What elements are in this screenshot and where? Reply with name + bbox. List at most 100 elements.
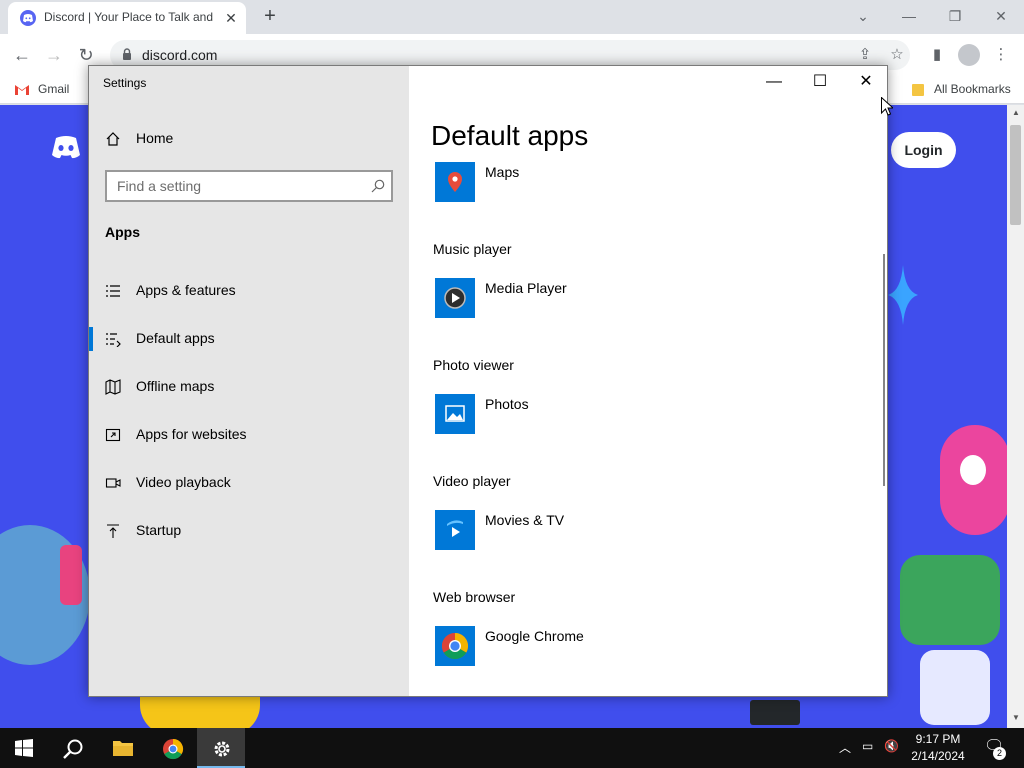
windows-icon [15,739,33,757]
taskbar-settings[interactable] [197,728,245,768]
notification-count-badge: 2 [993,747,1006,760]
taskbar-file-explorer[interactable] [98,728,146,768]
content-scrollbar[interactable] [883,254,885,486]
tab-title: Discord | Your Place to Talk and Hang Ou… [44,10,214,24]
illustration-balloon [60,545,82,605]
browser-close-button[interactable]: ✕ [988,4,1014,28]
profile-avatar-icon[interactable] [958,44,980,66]
sparkle-icon [888,265,918,325]
clock-date: 2/14/2024 [911,749,965,763]
scroll-up-icon[interactable]: ▲ [1011,108,1021,118]
window-title: Settings [103,76,147,90]
side-panel-icon[interactable]: ▮ [926,44,948,66]
video-icon [105,478,121,488]
gmail-icon [15,85,29,95]
login-button[interactable]: Login [891,132,956,168]
bookmark-gmail[interactable]: Gmail [38,82,69,96]
bookmark-all[interactable]: All Bookmarks [934,82,1011,96]
reload-icon[interactable]: ↻ [74,43,98,67]
default-apps-icon [106,333,121,347]
active-indicator [89,327,93,351]
sidebar-item-apps-websites[interactable]: Apps for websites [89,415,409,455]
default-app-maps[interactable]: Maps [433,162,733,204]
sidebar-item-label: Offline maps [136,378,215,394]
back-arrow-icon[interactable]: ← [10,43,34,67]
browser-tab-discord[interactable]: Discord | Your Place to Talk and Hang Ou… [8,2,246,34]
sidebar-item-offline-maps[interactable]: Offline maps [89,367,409,407]
map-icon [105,379,121,395]
settings-window: Settings Home Find a setting Apps Apps &… [88,65,888,697]
close-button[interactable]: ✕ [843,66,887,98]
app-name: Maps [485,164,520,180]
app-name: Google Chrome [485,628,584,644]
taskbar-search-button[interactable] [48,728,96,768]
scroll-down-icon[interactable]: ▼ [1011,713,1021,723]
sidebar-item-video-playback[interactable]: Video playback [89,463,409,503]
share-icon[interactable]: ⇪ [854,44,876,66]
new-tab-button[interactable]: + [258,5,282,29]
startup-icon [107,524,119,538]
search-icon [63,739,83,759]
sidebar-item-label: Apps for websites [136,426,247,442]
chrome-icon [163,738,184,760]
url-text[interactable]: discord.com [142,47,217,63]
start-button[interactable] [0,728,48,768]
browser-restore-button[interactable]: ❐ [942,4,968,28]
list-icon [106,285,120,297]
settings-content: — ☐ ✕ Default apps Maps Music player Med… [409,66,887,696]
category-label: Web browser [433,589,516,605]
illustration-controller [920,650,990,725]
scroll-thumb[interactable] [1010,125,1021,225]
default-app-music[interactable]: Media Player [433,278,733,320]
forward-arrow-icon[interactable]: → [42,43,66,67]
sidebar-item-startup[interactable]: Startup [89,511,409,551]
folder-icon [113,741,133,756]
home-icon [106,132,120,146]
folder-icon [912,84,924,96]
tray-chevron-icon[interactable]: ︿ [839,739,851,756]
sidebar-item-label: Startup [136,522,182,538]
browser-tabstrip: Discord | Your Place to Talk and Hang Ou… [0,0,1024,34]
settings-search-input[interactable]: Find a setting [105,170,393,202]
minimize-button[interactable]: — [751,66,797,98]
category-label: Photo viewer [433,357,514,373]
sidebar-item-apps-features[interactable]: Apps & features [89,271,409,311]
volume-muted-icon[interactable]: 🔇 [884,739,899,753]
discord-favicon-icon [20,10,36,26]
browser-minimize-button[interactable]: — [896,4,922,28]
tab-close-icon[interactable]: ✕ [222,9,240,27]
bookmark-star-icon[interactable]: ☆ [886,44,908,66]
tab-search-chevron-icon[interactable]: ⌄ [850,4,876,28]
default-app-photos[interactable]: Photos [433,394,733,436]
sidebar-item-label: Default apps [136,330,215,346]
gear-icon [214,741,230,757]
taskbar-clock[interactable]: 9:17 PM 2/14/2024 [904,731,972,765]
default-app-browser[interactable]: Google Chrome [433,626,733,668]
discord-logo-icon[interactable] [50,135,82,159]
taskbar-chrome[interactable] [148,728,196,768]
page-scrollbar[interactable]: ▲ ▼ [1007,105,1024,728]
sidebar-item-label: Video playback [136,474,231,490]
maximize-button[interactable]: ☐ [797,66,843,98]
page-title: Default apps [431,120,589,151]
chrome-icon [435,626,475,666]
app-name: Photos [485,396,529,412]
section-heading: Apps [105,224,140,240]
network-icon[interactable]: ▭ [862,739,873,753]
sidebar-item-default-apps[interactable]: Default apps [89,319,409,359]
illustration-screen [750,700,800,725]
settings-sidebar: Settings Home Find a setting Apps Apps &… [89,66,409,696]
search-placeholder: Find a setting [117,178,202,194]
lock-icon [123,48,131,60]
home-label: Home [136,130,174,146]
sidebar-item-home[interactable]: Home [89,119,409,159]
clock-time: 9:17 PM [915,732,961,746]
default-app-video[interactable]: Movies & TV [433,510,733,552]
illustration-eye [960,455,986,485]
media-player-icon [435,278,475,318]
category-label: Music player [433,241,512,257]
search-icon[interactable] [371,179,385,193]
web-app-icon [105,428,121,442]
menu-kebab-icon[interactable]: ⋮ [990,44,1012,66]
photos-icon [435,394,475,434]
